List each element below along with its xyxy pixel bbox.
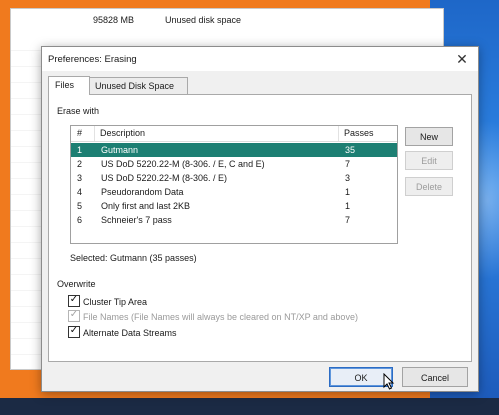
checkmark-icon: ✓ [69, 294, 79, 305]
row-description: US DoD 5220.22-M (8-306. / E, C and E) [101, 159, 265, 169]
tab-unused-disk-space[interactable]: Unused Disk Space [88, 77, 188, 94]
taskbar [0, 398, 499, 415]
tab-files[interactable]: Files [48, 76, 90, 95]
row-description: Schneier's 7 pass [101, 215, 172, 225]
dialog-title: Preferences: Erasing [48, 54, 137, 65]
row-number: 1 [77, 145, 83, 155]
row-number: 3 [77, 173, 83, 183]
selected-method-text: Selected: Gutmann (35 passes) [70, 253, 197, 263]
checkbox-box: ✓ [68, 294, 80, 307]
row-number: 6 [77, 215, 83, 225]
row-passes: 7 [345, 159, 351, 169]
row-passes: 3 [345, 173, 351, 183]
row-number: 5 [77, 201, 83, 211]
alternate-data-streams-checkbox[interactable]: ✓ Alternate Data Streams [68, 325, 177, 339]
checkbox-box: ✓ [68, 325, 80, 338]
overwrite-label: Overwrite [57, 279, 96, 289]
row-passes: 1 [345, 187, 351, 197]
checkbox-label: Cluster Tip Area [83, 297, 148, 307]
list-item-schneier[interactable]: 6 Schneier's 7 pass 7 [71, 213, 397, 227]
list-item-first-last-2kb[interactable]: 5 Only first and last 2KB 1 [71, 199, 397, 213]
edit-method-button[interactable]: Edit [405, 151, 453, 170]
background-row-size: 95828 MB [93, 15, 135, 25]
file-names-checkbox[interactable]: ✓ File Names (File Names will always be c… [68, 309, 358, 323]
row-number: 4 [77, 187, 83, 197]
row-description: Only first and last 2KB [101, 201, 191, 211]
row-passes: 7 [345, 215, 351, 225]
checkmark-icon: ✓ [69, 309, 79, 320]
erase-with-label: Erase with [57, 106, 100, 116]
list-item-dod-7pass[interactable]: 2 US DoD 5220.22-M (8-306. / E, C and E)… [71, 157, 397, 171]
row-number: 2 [77, 159, 83, 169]
close-icon[interactable]: ✕ [452, 49, 472, 69]
column-header-description[interactable]: Description [95, 126, 339, 141]
row-description: Gutmann [101, 145, 139, 155]
column-header-passes[interactable]: Passes [339, 126, 397, 141]
row-passes: 1 [345, 201, 351, 211]
mouse-pointer-icon [383, 373, 395, 390]
checkbox-label: File Names (File Names will always be cl… [83, 312, 358, 322]
row-description: US DoD 5220.22-M (8-306. / E) [101, 173, 228, 183]
background-list-row: 95828 MB Unused disk space [11, 15, 443, 29]
column-header-number[interactable]: # [71, 126, 95, 141]
checkmark-icon: ✓ [69, 325, 79, 336]
background-row-description: Unused disk space [165, 15, 242, 25]
delete-method-button[interactable]: Delete [405, 177, 453, 196]
row-passes: 35 [345, 145, 356, 155]
cluster-tip-area-checkbox[interactable]: ✓ Cluster Tip Area [68, 294, 148, 308]
new-method-button[interactable]: New [405, 127, 453, 146]
list-item-dod-3pass[interactable]: 3 US DoD 5220.22-M (8-306. / E) 3 [71, 171, 397, 185]
list-header: # Description Passes [71, 126, 397, 142]
checkbox-label: Alternate Data Streams [83, 328, 177, 338]
list-item-gutmann[interactable]: 1 Gutmann 35 [71, 143, 397, 157]
cancel-button[interactable]: Cancel [402, 367, 468, 387]
checkbox-box: ✓ [68, 309, 80, 322]
list-item-pseudorandom[interactable]: 4 Pseudorandom Data 1 [71, 185, 397, 199]
dialog-titlebar: Preferences: Erasing ✕ [42, 47, 478, 71]
row-description: Pseudorandom Data [101, 187, 184, 197]
erasure-methods-list[interactable]: # Description Passes 1 Gutmann 35 2 US D… [70, 125, 398, 244]
preferences-dialog: Preferences: Erasing ✕ Files Unused Disk… [41, 46, 479, 392]
